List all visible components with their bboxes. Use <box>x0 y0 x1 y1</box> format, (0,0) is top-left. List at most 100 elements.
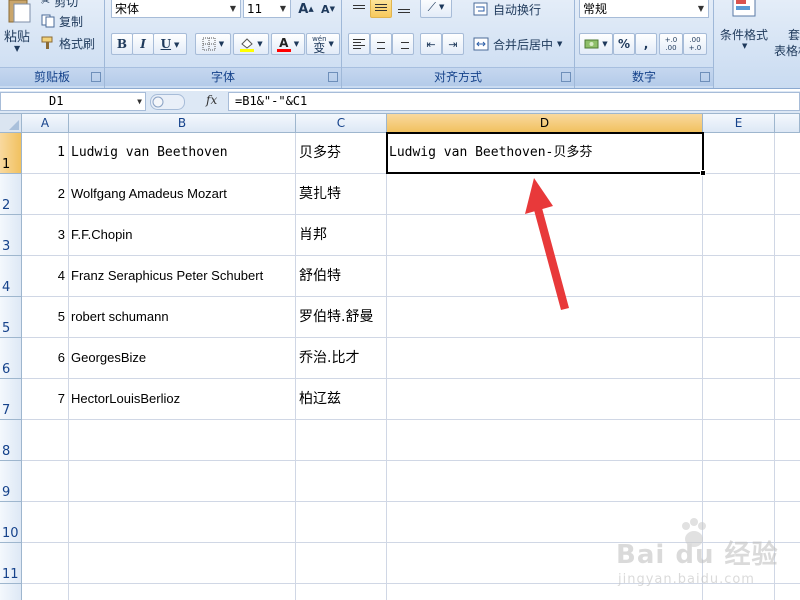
row-header-7[interactable]: 7 <box>0 379 22 420</box>
row-header-8[interactable]: 8 <box>0 420 22 461</box>
row-header-5[interactable]: 5 <box>0 297 22 338</box>
borders-button[interactable]: ▼ <box>195 33 231 55</box>
font-color-button[interactable]: A ▼ <box>271 33 305 55</box>
grow-font-button[interactable]: A ▲ <box>295 0 317 20</box>
decrease-indent-button[interactable]: ⇤ <box>420 33 442 55</box>
fill-color-button[interactable]: ▼ <box>233 33 269 55</box>
cell-a7[interactable]: 7 <box>23 379 68 419</box>
underline-icon: U <box>160 37 172 51</box>
increase-indent-button[interactable]: ⇥ <box>442 33 464 55</box>
decrease-decimal-button[interactable]: .00 +.0 <box>683 33 707 55</box>
cell-c2[interactable]: 莫扎特 <box>296 174 389 214</box>
column-header-f[interactable] <box>775 114 800 133</box>
row-header-10[interactable]: 10 <box>0 502 22 543</box>
font-dialog-launcher-icon[interactable] <box>328 72 338 82</box>
percent-button[interactable]: % <box>613 33 635 55</box>
select-all-button[interactable] <box>0 114 22 133</box>
row-header-9[interactable]: 9 <box>0 461 22 502</box>
comma-button[interactable]: , <box>635 33 657 55</box>
cell-c4[interactable]: 舒伯特 <box>296 256 389 296</box>
cell-b3[interactable]: F.F.Chopin <box>69 215 297 255</box>
cell-a3[interactable]: 3 <box>23 215 68 255</box>
cell-a5[interactable]: 5 <box>23 297 68 337</box>
row-header-11[interactable]: 11 <box>0 543 22 584</box>
format-painter-button[interactable]: 格式刷 <box>40 32 104 54</box>
cell-a4[interactable]: 4 <box>23 256 68 296</box>
font-name-dropdown-icon[interactable]: ▼ <box>228 0 238 19</box>
cell-b4[interactable]: Franz Seraphicus Peter Schubert <box>69 256 297 296</box>
cell-c1[interactable]: 贝多芬 <box>296 133 389 173</box>
paste-button[interactable]: 粘贴 ▼ <box>2 0 36 62</box>
cell-b1[interactable]: Ludwig van Beethoven <box>70 133 296 173</box>
phonetic-button[interactable]: wén 变 ▼ <box>306 33 340 55</box>
gridline-h <box>22 501 800 502</box>
row-header-2[interactable]: 2 <box>0 174 22 215</box>
grow-font-icon: A <box>298 1 309 17</box>
align-top-button[interactable] <box>348 0 370 18</box>
shrink-font-button[interactable]: A ▼ <box>317 0 339 20</box>
alignment-dialog-launcher-icon[interactable] <box>561 72 571 82</box>
cell-c7[interactable]: 柏辽兹 <box>296 379 389 419</box>
formula-bar-controls: fx <box>150 93 226 111</box>
wrap-text-button[interactable]: 自动换行 <box>472 0 570 20</box>
underline-button[interactable]: U ▼ <box>153 33 187 55</box>
number-format-dropdown-icon[interactable]: ▼ <box>696 0 706 19</box>
align-middle-icon <box>375 3 387 11</box>
currency-button[interactable]: ▼ <box>579 33 613 55</box>
paste-label: 粘贴 <box>4 30 31 45</box>
align-middle-button[interactable] <box>370 0 392 18</box>
cell-a1[interactable]: 1 <box>23 133 68 173</box>
table-format-button[interactable]: 套 表格格 <box>774 0 800 58</box>
cell-c6[interactable]: 乔治.比才 <box>296 338 389 378</box>
fill-handle[interactable] <box>700 170 706 176</box>
font-size-dropdown-icon[interactable]: ▼ <box>278 0 288 19</box>
name-box[interactable]: D1 ▼ <box>0 92 146 111</box>
cell-a2[interactable]: 2 <box>23 174 68 214</box>
number-dialog-launcher-icon[interactable] <box>700 72 710 82</box>
column-header-e[interactable]: E <box>703 114 775 133</box>
bold-button[interactable]: B <box>111 33 133 55</box>
merge-center-icon <box>473 37 489 51</box>
align-left-button[interactable] <box>348 33 370 55</box>
cell-c3[interactable]: 肖邦 <box>296 215 389 255</box>
increase-decimal-button[interactable]: +.0 .00 <box>659 33 683 55</box>
insert-function-icon[interactable]: fx <box>206 93 217 107</box>
annotation-arrow-icon <box>525 178 569 310</box>
cell-c5[interactable]: 罗伯特.舒曼 <box>296 297 389 337</box>
conditional-format-dropdown-icon: ▼ <box>742 42 748 50</box>
align-center-button[interactable] <box>370 33 392 55</box>
conditional-format-button[interactable]: 条件格式 ▼ <box>718 0 774 58</box>
row-header-12[interactable] <box>0 584 22 600</box>
number-format-value: 常规 <box>583 2 608 16</box>
align-bottom-icon <box>398 9 410 13</box>
column-header-d[interactable]: D <box>387 114 703 133</box>
merge-center-button[interactable]: 合并后居中 ▼ <box>472 33 570 55</box>
column-header-a[interactable]: A <box>22 114 69 133</box>
cell-b2[interactable]: Wolfgang Amadeus Mozart <box>69 174 297 214</box>
formula-input[interactable]: =B1&"-"&C1 <box>228 92 800 111</box>
decrease-decimal-icon: .00 +.0 <box>688 36 702 52</box>
clipboard-dialog-launcher-icon[interactable] <box>91 72 101 82</box>
row-header-4[interactable]: 4 <box>0 256 22 297</box>
cell-b5[interactable]: robert schumann <box>69 297 297 337</box>
row-header-6[interactable]: 6 <box>0 338 22 379</box>
column-header-b[interactable]: B <box>69 114 296 133</box>
name-box-dropdown-icon[interactable]: ▼ <box>137 93 142 110</box>
splitter-handle-icon[interactable] <box>150 93 186 111</box>
orientation-button[interactable]: ⟋ ▼ <box>420 0 452 18</box>
select-all-icon <box>9 120 19 130</box>
align-bottom-button[interactable] <box>392 0 416 18</box>
alignment-group: ⟋ ▼ 自动换行 ⇤ ⇥ 合并后居中 ▼ 对齐方式 <box>342 0 575 88</box>
column-header-c[interactable]: C <box>296 114 387 133</box>
font-name-select[interactable]: 宋体 ▼ <box>111 0 241 18</box>
cell-b6[interactable]: GeorgesBize <box>69 338 297 378</box>
font-size-select[interactable]: 11 ▼ <box>243 0 291 18</box>
italic-button[interactable]: I <box>132 33 154 55</box>
row-header-1[interactable]: 1 <box>0 133 22 174</box>
align-right-button[interactable] <box>392 33 414 55</box>
number-format-select[interactable]: 常规 ▼ <box>579 0 709 18</box>
copy-button[interactable]: 复制 <box>40 10 102 32</box>
row-header-3[interactable]: 3 <box>0 215 22 256</box>
cell-b7[interactable]: HectorLouisBerlioz <box>69 379 297 419</box>
cell-a6[interactable]: 6 <box>23 338 68 378</box>
